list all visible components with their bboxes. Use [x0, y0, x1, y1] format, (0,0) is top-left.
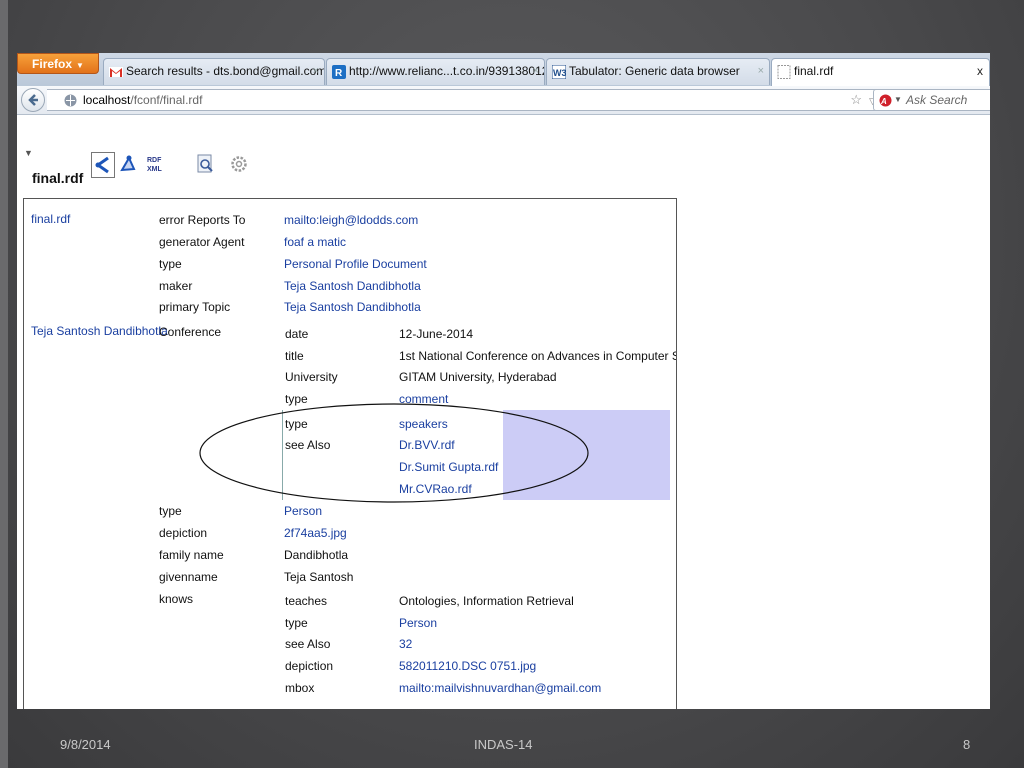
predicate-label: University: [285, 370, 338, 384]
subject-person[interactable]: Teja Santosh Dandibhotla: [31, 324, 168, 338]
firefox-menu-label: Firefox: [32, 57, 73, 71]
rdf-outline-panel: final.rdf error Reports To mailto:leigh@…: [23, 198, 677, 709]
blank-page-icon: [777, 65, 791, 79]
predicate-label: see Also: [285, 637, 331, 651]
outline-view-icon[interactable]: [91, 152, 115, 178]
predicate-label: Conference: [159, 325, 222, 339]
back-arrow-icon: [28, 94, 38, 106]
svg-text:XML: XML: [147, 166, 163, 173]
tab-strip: Firefox ▼ Search results - dts.bond@gmail…: [17, 53, 990, 87]
tab-close-icon[interactable]: ×: [758, 59, 764, 84]
tab-close-icon[interactable]: ×: [313, 59, 319, 84]
value-link[interactable]: 32: [399, 637, 412, 651]
predicate-label: mbox: [285, 681, 315, 695]
predicate-label: generator Agent: [159, 235, 245, 249]
svg-text:R: R: [335, 68, 343, 79]
tab-tabulator[interactable]: W3 Tabulator: Generic data browser ×: [546, 58, 770, 85]
subject-document[interactable]: final.rdf: [31, 212, 70, 226]
ask-search-icon: A: [879, 94, 892, 107]
slide-footer-title: INDAS-14: [474, 737, 533, 752]
value-link[interactable]: 2f74aa5.jpg: [284, 526, 347, 540]
value-link[interactable]: foaf a matic: [284, 235, 346, 249]
predicate-label: depiction: [159, 526, 208, 540]
tab-gmail-label: Search results - dts.bond@gmail.com...: [126, 64, 325, 78]
value-text: GITAM University, Hyderabad: [399, 370, 557, 384]
page-title: final.rdf: [32, 170, 84, 186]
predicate-label: maker: [159, 279, 193, 293]
predicate-label: type: [285, 616, 308, 630]
reliance-icon: R: [332, 65, 346, 79]
predicate-label: type: [159, 257, 182, 271]
tab-tabulator-label: Tabulator: Generic data browser: [569, 64, 740, 78]
value-link[interactable]: Personal Profile Document: [284, 257, 427, 271]
value-text: 1st National Conference on Advances in C…: [399, 349, 676, 363]
slide-edge-bar: [0, 0, 8, 768]
w3c-icon: W3: [552, 65, 566, 79]
value-link[interactable]: Person: [399, 616, 437, 630]
firefox-menu-button[interactable]: Firefox ▼: [17, 53, 99, 74]
value-text: Teja Santosh: [284, 570, 354, 584]
value-link[interactable]: Teja Santosh Dandibhotla: [284, 300, 421, 314]
value-link[interactable]: Teja Santosh Dandibhotla: [284, 279, 421, 293]
url-bar[interactable]: localhost/fconf/final.rdf ☆ ▽ C: [47, 89, 893, 111]
predicate-label: primary Topic: [159, 300, 231, 314]
search-placeholder: Ask Search: [906, 93, 968, 107]
tab-reliance[interactable]: R http://www.relianc...t.co.in/939138012…: [326, 58, 545, 85]
tab-close-icon[interactable]: x: [977, 59, 983, 84]
search-view-icon[interactable]: [195, 152, 219, 178]
browser-window: Firefox ▼ Search results - dts.bond@gmail…: [17, 53, 990, 709]
value-link[interactable]: mailto:mailvishnuvardhan@gmail.com: [399, 681, 601, 695]
slide-date: 9/8/2014: [60, 737, 111, 752]
predicate-label: teaches: [285, 594, 328, 608]
value-text: Dandibhotla: [284, 548, 349, 562]
search-engine-dropdown-icon[interactable]: ▼: [894, 90, 902, 110]
url-host: localhost: [83, 93, 131, 107]
svg-text:W3: W3: [553, 68, 566, 78]
url-path: /fconf/final.rdf: [130, 93, 203, 107]
slide-page-number: 8: [963, 737, 971, 752]
predicate-label: depiction: [285, 659, 334, 673]
predicate-label: givenname: [159, 570, 218, 584]
bookmark-star-icon[interactable]: ☆: [850, 90, 862, 110]
value-link[interactable]: mailto:leigh@ldodds.com: [284, 213, 418, 227]
svg-text:A: A: [880, 97, 887, 106]
tab-gmail[interactable]: Search results - dts.bond@gmail.com... ×: [103, 58, 325, 85]
rdf-xml-icon[interactable]: RDF XML: [145, 152, 169, 178]
globe-icon: [64, 94, 77, 107]
predicate-label: error Reports To: [159, 213, 246, 227]
predicate-label: date: [285, 327, 309, 341]
graph-view-icon[interactable]: [117, 152, 141, 178]
search-bar[interactable]: A ▼ Ask Search: [873, 89, 990, 111]
tab-close-icon[interactable]: ×: [533, 59, 539, 84]
tab-final-rdf[interactable]: final.rdf x: [771, 58, 990, 86]
gmail-icon: [109, 67, 123, 77]
predicate-label: title: [285, 349, 304, 363]
predicate-label: knows: [159, 592, 194, 606]
value-text: 12-June-2014: [399, 327, 474, 341]
back-button[interactable]: [21, 88, 45, 112]
tab-reliance-label: http://www.relianc...t.co.in/9391380122: [349, 64, 545, 78]
tab-final-rdf-label: final.rdf: [794, 64, 834, 78]
dropdown-arrow-icon: ▼: [76, 61, 84, 70]
predicate-label: family name: [159, 548, 224, 562]
value-link[interactable]: 582011210.DSC 0751.jpg: [399, 659, 536, 673]
navigation-bar: localhost/fconf/final.rdf ☆ ▽ C A ▼ Ask …: [17, 86, 990, 115]
collapse-triangle-icon[interactable]: ▼: [24, 148, 33, 158]
predicate-label: type: [159, 504, 182, 518]
svg-text:RDF: RDF: [147, 157, 162, 164]
value-text: Ontologies, Information Retrieval: [399, 594, 574, 608]
settings-gear-icon[interactable]: [228, 152, 252, 178]
annotation-ellipse: [199, 403, 589, 503]
